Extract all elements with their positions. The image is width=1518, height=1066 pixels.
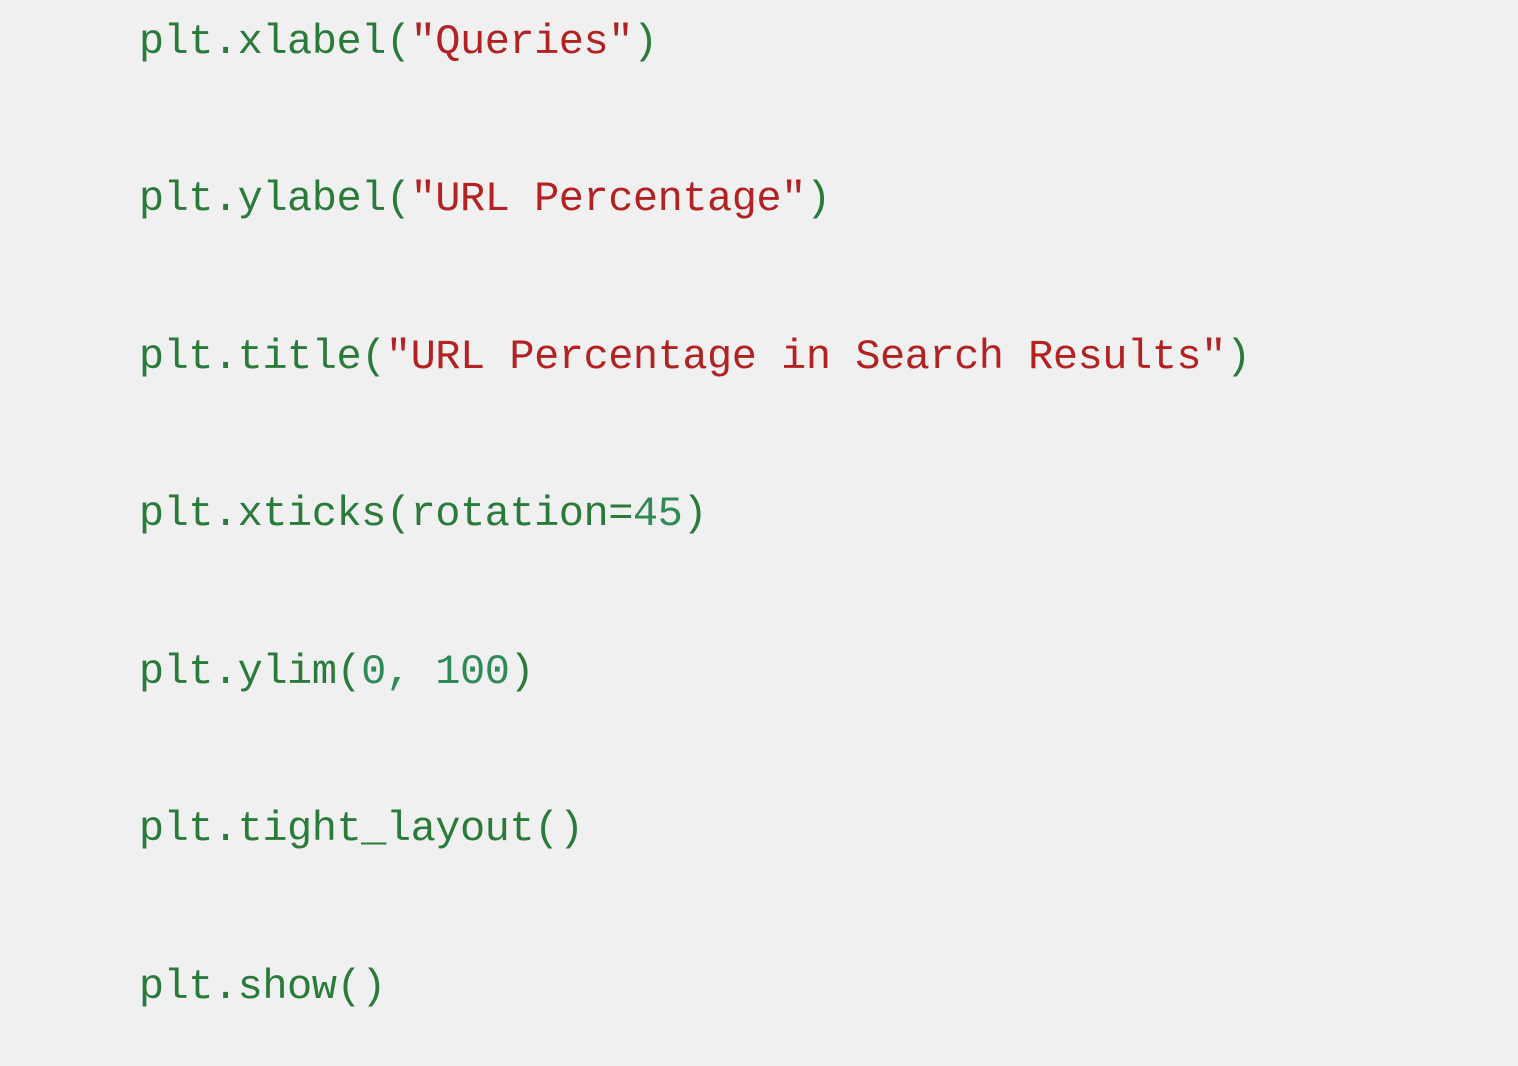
code-block: # Plotting the URL percentages with sort… — [40, 0, 1349, 1066]
code-line-8: plt.tight_layout() — [40, 751, 1349, 909]
plt-title-close: ) — [1226, 333, 1251, 381]
xlabel-string: "Queries" — [411, 18, 633, 66]
code-line-5: plt.title("URL Percentage in Search Resu… — [40, 278, 1349, 436]
code-line-3: plt.xlabel("Queries") — [40, 0, 1349, 121]
plt-xticks-close: ) — [682, 490, 707, 538]
plt-show: plt.show() — [139, 963, 386, 1011]
title-string: "URL Percentage in Search Results" — [386, 333, 1226, 381]
ylabel-string: "URL Percentage" — [411, 175, 806, 223]
plt-xticks-keyword: plt.xticks(rotation= — [139, 490, 633, 538]
plt-ylabel-close: ) — [806, 175, 831, 223]
code-line-6: plt.xticks(rotation=45) — [40, 436, 1349, 594]
plt-ylim-close: ) — [509, 648, 534, 696]
plt-xlabel-keyword: plt.xlabel( — [139, 18, 411, 66]
plt-tight-layout: plt.tight_layout() — [139, 805, 584, 853]
code-line-4: plt.ylabel("URL Percentage") — [40, 121, 1349, 279]
code-line-7: plt.ylim(0, 100) — [40, 593, 1349, 751]
xticks-value: 45 — [633, 490, 682, 538]
code-line-9: plt.show() — [40, 908, 1349, 1066]
ylim-values: 0, 100 — [361, 648, 509, 696]
plt-ylabel-keyword: plt.ylabel( — [139, 175, 411, 223]
plt-title-keyword: plt.title( — [139, 333, 386, 381]
plt-ylim-keyword: plt.ylim( — [139, 648, 361, 696]
plt-xlabel-close: ) — [633, 18, 658, 66]
